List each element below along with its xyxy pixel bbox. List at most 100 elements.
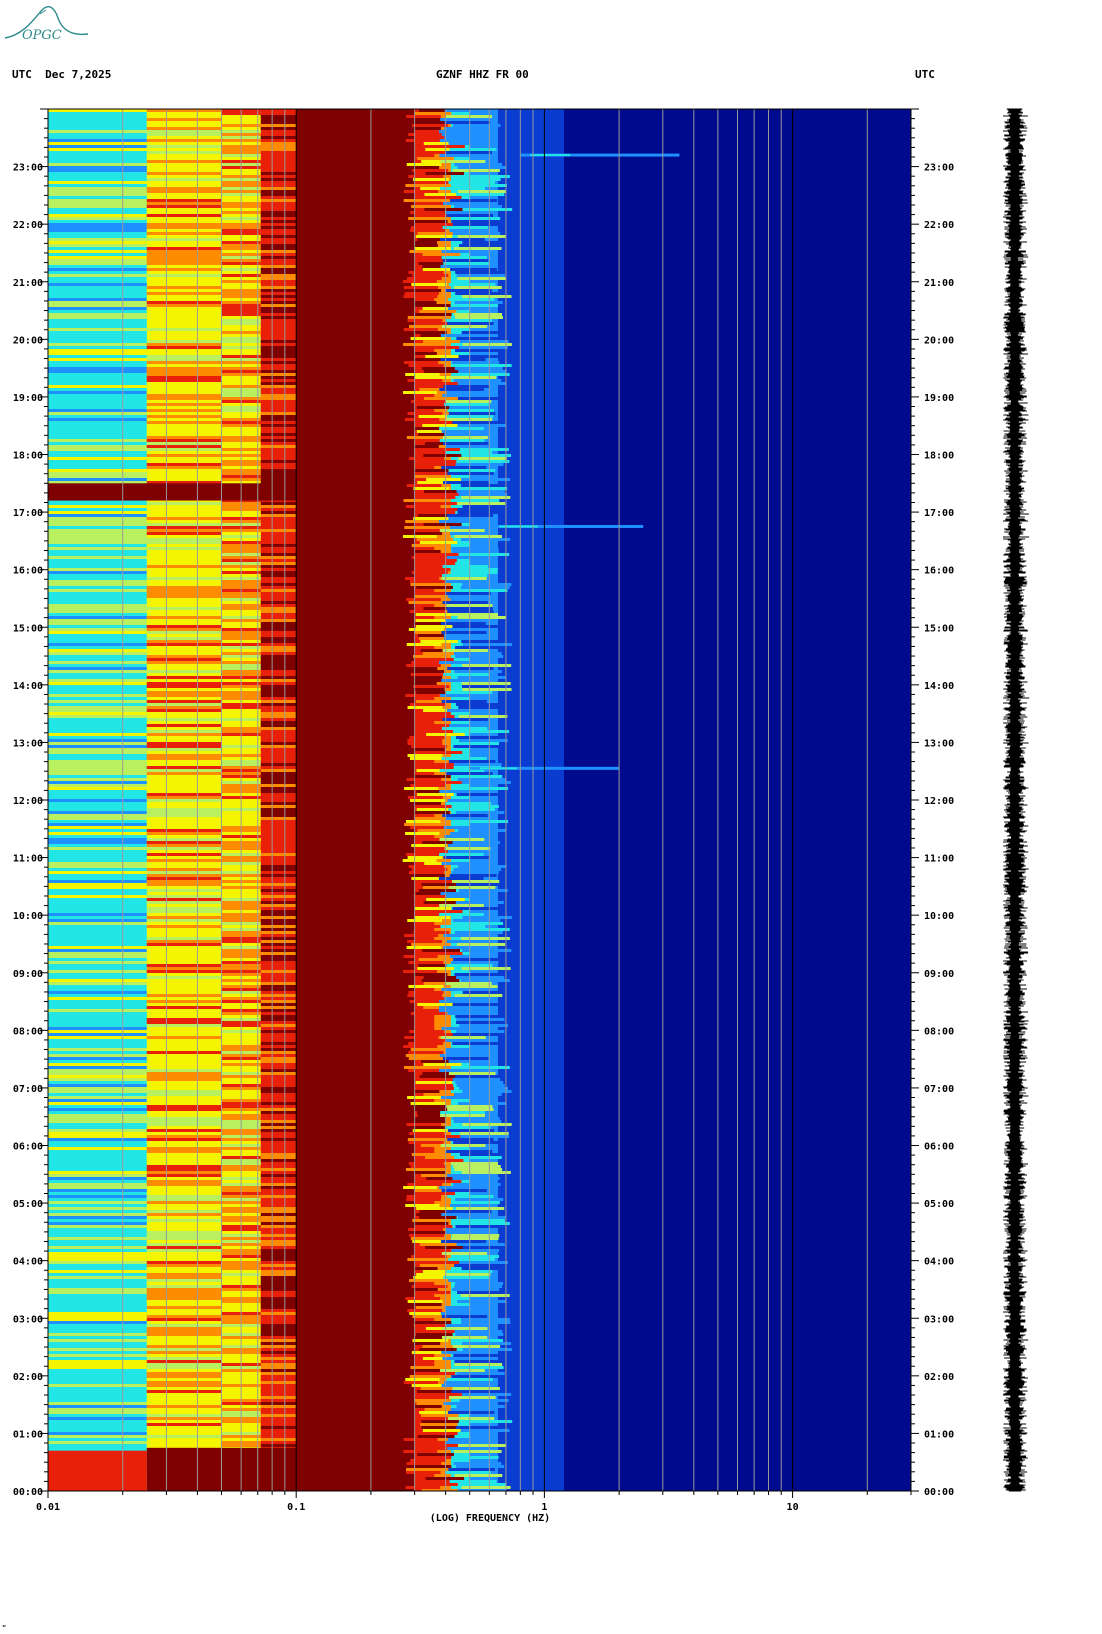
spectrogram-row <box>447 409 494 412</box>
spectrogram-row <box>448 760 496 763</box>
spectrogram-row <box>146 661 222 664</box>
spectrogram-row <box>440 1240 487 1243</box>
spectrogram-row <box>448 1396 496 1399</box>
spectrogram-row <box>403 955 438 958</box>
spectrogram-row <box>146 583 222 586</box>
spectrogram-row <box>419 1243 458 1246</box>
spectrogram-row <box>448 1060 496 1063</box>
spectrogram-row <box>48 1444 147 1447</box>
spectrogram-row <box>48 793 147 796</box>
spectrogram-row <box>458 487 508 490</box>
spectrogram-row <box>48 409 147 412</box>
spectrogram-row <box>457 508 506 511</box>
spectrogram-row <box>260 379 297 382</box>
spectrogram-row <box>453 1450 502 1453</box>
spectrogram-row <box>403 295 438 298</box>
spectrogram-row <box>260 391 297 394</box>
spectrogram-row <box>260 1357 297 1360</box>
spectrogram-row <box>457 511 506 514</box>
spectrogram-row <box>48 559 147 562</box>
spectrogram-row <box>457 166 506 169</box>
spectrogram-row <box>146 1423 222 1426</box>
spectrogram-row <box>48 691 147 694</box>
spectrogram-row <box>146 1435 222 1438</box>
spectrogram-row <box>260 721 297 724</box>
spectrogram-row <box>447 1438 495 1441</box>
spectrogram-row <box>419 460 457 463</box>
spectrogram-row <box>424 490 463 493</box>
spectrogram-row <box>445 451 493 454</box>
spectrogram-row <box>146 874 222 877</box>
spectrogram-row <box>260 1093 297 1096</box>
spectrogram-row <box>48 448 147 451</box>
spectrogram-row <box>412 1219 449 1222</box>
spectrogram-row <box>456 1021 505 1024</box>
spectrogram-row <box>146 262 222 265</box>
spectrogram-row <box>402 301 437 304</box>
spectrogram-row <box>146 1045 222 1048</box>
spectrogram-row <box>146 466 222 469</box>
time-tick-label: 20:00 <box>13 335 43 346</box>
spectrogram-row <box>146 1009 222 1012</box>
spectrogram-row <box>260 1246 297 1249</box>
spectrogram-row <box>260 1345 297 1348</box>
spectrogram-row <box>447 1411 495 1414</box>
spectrogram-row <box>48 841 147 844</box>
spectrogram-row <box>452 1234 500 1237</box>
spectrogram-row <box>440 622 486 625</box>
spectrogram-row <box>260 1333 297 1336</box>
spectrogram-row <box>48 1417 147 1420</box>
spectrogram-row <box>146 685 222 688</box>
spectrogram-row <box>48 1162 147 1165</box>
spectrogram-row <box>417 1453 454 1456</box>
spectrogram-row <box>48 868 147 871</box>
spectrogram-row <box>424 1159 464 1162</box>
spectrogram-row <box>411 973 448 976</box>
spectrogram-row <box>48 289 147 292</box>
spectrogram-row <box>146 379 222 382</box>
spectrogram-row <box>48 1225 147 1228</box>
spectrogram-row <box>450 1408 498 1411</box>
spectrogram-row <box>441 862 487 865</box>
spectrogram-row <box>413 895 450 898</box>
spectrogram-row <box>260 196 297 199</box>
spectrogram-row <box>146 1342 222 1345</box>
spectrogram-row <box>48 685 147 688</box>
spectrogram-row <box>260 1132 297 1135</box>
spectrogram-row <box>146 628 222 631</box>
spectrogram-row <box>146 871 222 874</box>
spectrogram-row <box>418 562 456 565</box>
spectrogram-row <box>457 778 507 781</box>
spectrogram-row <box>407 1258 443 1261</box>
spectrogram-row <box>146 532 222 535</box>
spectrogram-row <box>460 460 510 463</box>
spectrogram-row <box>461 1486 511 1489</box>
spectrogram-row <box>444 580 491 583</box>
spectrogram-row <box>411 844 447 847</box>
spectrogram-row <box>260 1423 297 1426</box>
spectrogram-row <box>48 937 147 940</box>
spectrogram-row <box>48 208 147 211</box>
spectrogram-row <box>48 904 147 907</box>
spectrogram-row <box>405 1204 440 1207</box>
spectrogram-row <box>146 679 222 682</box>
spectrogram-row <box>146 727 222 730</box>
spectrogram-row <box>260 289 297 292</box>
spectrogram-row <box>260 895 297 898</box>
spectrogram-row <box>450 598 498 601</box>
spectrogram-row <box>146 1315 222 1318</box>
spectrogram-row <box>260 676 297 679</box>
spectrogram-row <box>407 739 443 742</box>
frequency-tick-label: 0.1 <box>287 1502 305 1513</box>
spectrogram-row <box>408 1042 444 1045</box>
spectrogram-row <box>454 646 503 649</box>
spectrogram-row <box>48 871 147 874</box>
spectrogram-row <box>260 1381 297 1384</box>
spectrogram-row <box>48 661 147 664</box>
spectrogram-row <box>48 367 147 370</box>
spectrogram-row <box>425 1246 464 1249</box>
spectrogram-row <box>459 1087 508 1090</box>
spectrogram-row <box>411 205 447 208</box>
spectrogram-row <box>439 154 485 157</box>
spectrogram-row <box>48 1147 147 1150</box>
